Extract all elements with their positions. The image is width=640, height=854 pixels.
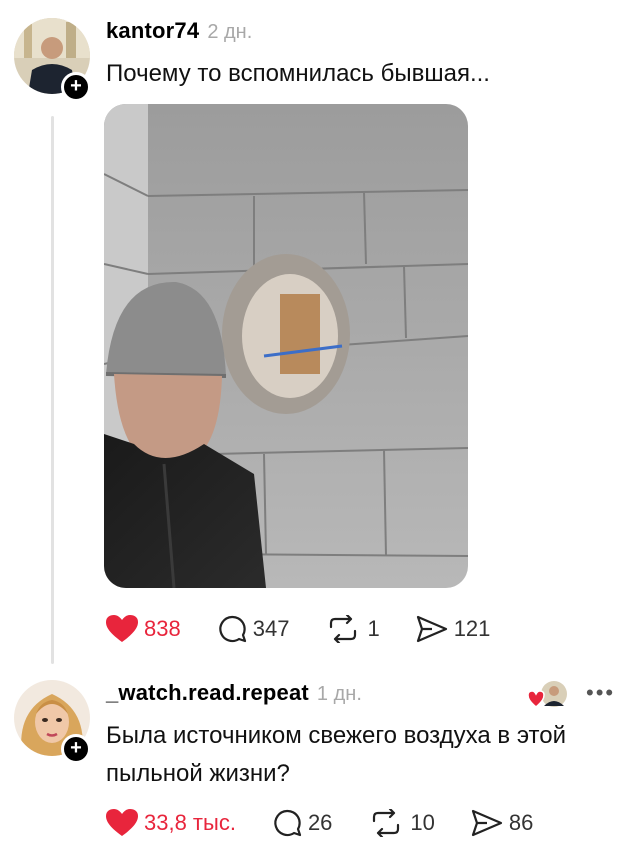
heart-icon [106, 615, 138, 642]
follow-plus-icon[interactable]: + [61, 72, 91, 102]
reply-text-line1: Была источником свежего воздуха в этой [106, 722, 567, 749]
post-actions: 838 347 1 121 [106, 614, 526, 644]
comment-icon [219, 615, 246, 643]
comment-button[interactable]: 347 [217, 614, 290, 644]
share-icon [471, 809, 503, 837]
comment-count: 347 [252, 616, 290, 641]
post-header: kantor74 2 дн. [106, 18, 252, 44]
like-count: 838 [144, 616, 181, 641]
post-time: 2 дн. [207, 21, 253, 43]
like-button[interactable]: 838 [106, 615, 181, 643]
comment-icon [274, 809, 302, 837]
repost-button[interactable]: 1 [325, 615, 380, 643]
reply-time: 1 дн. [316, 683, 362, 705]
share-icon [416, 615, 447, 643]
post-photo[interactable] [104, 104, 468, 588]
reply-comment-count: 26 [307, 810, 333, 835]
more-icon[interactable]: ••• [586, 680, 615, 706]
repost-icon [373, 809, 400, 837]
share-button[interactable]: 121 [416, 615, 491, 643]
share-count: 121 [453, 616, 491, 641]
reply-repost-count: 10 [410, 810, 435, 835]
repost-icon [330, 615, 357, 643]
reply-repost-button[interactable]: 10 [368, 809, 435, 837]
post-username[interactable]: kantor74 [106, 18, 199, 43]
reply-follow-plus-icon[interactable]: + [61, 734, 91, 764]
reply-username[interactable]: _watch.read.repeat [106, 680, 309, 705]
thread-line [51, 116, 54, 664]
repost-count: 1 [367, 616, 380, 641]
reply-comment-button[interactable]: 26 [272, 808, 332, 838]
reply-like-button[interactable]: 33,8 тыс. [106, 809, 236, 837]
reply-share-count: 86 [508, 810, 534, 835]
reply-header: _watch.read.repeat 1 дн. [106, 680, 362, 706]
post-text: Почему то вспомнилась бывшая... [106, 60, 490, 87]
heart-icon [106, 809, 138, 836]
reply-like-count: 33,8 тыс. [144, 810, 236, 835]
reply-actions: 33,8 тыс. 26 10 86 [106, 808, 569, 838]
author-liked-indicator [527, 680, 568, 710]
reply-share-button[interactable]: 86 [471, 809, 533, 837]
reply-text-line2: пыльной жизни? [106, 760, 290, 787]
